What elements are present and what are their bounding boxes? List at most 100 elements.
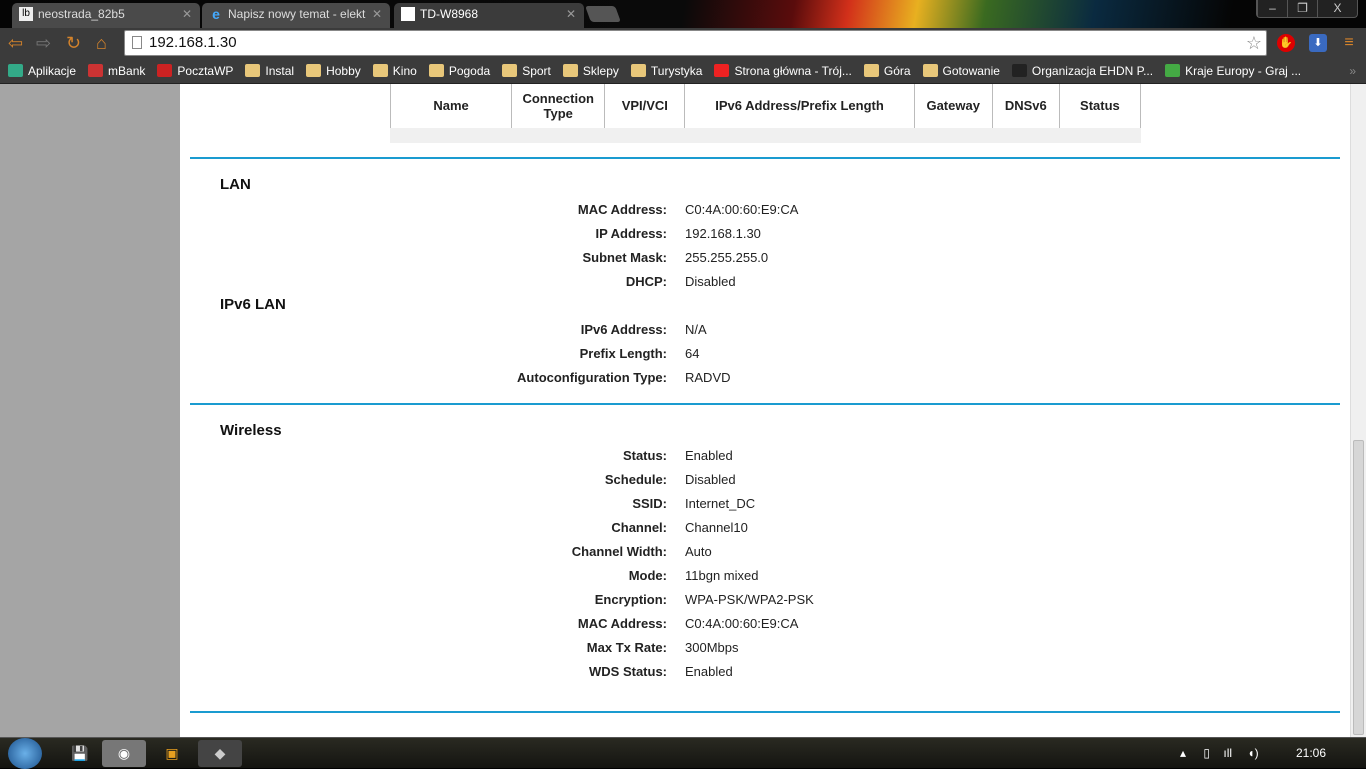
bookmark-label: Sklepy [582, 63, 619, 78]
bookmark-label: Hobby [326, 63, 361, 78]
livebox-icon: lb [19, 7, 33, 21]
router-status-page: Name Connection Type VPI/VCI IPv6 Addres… [180, 84, 1350, 737]
bookmark-3[interactable]: Instal [245, 64, 294, 78]
info-row: Encryption: WPA-PSK/WPA2-PSK [180, 588, 1350, 612]
bookmark-label: Aplikacje [28, 63, 77, 78]
bookmark-label: Instal [265, 63, 295, 78]
row-label: Channel Width: [571, 544, 667, 559]
left-panel [0, 84, 180, 737]
bookmark-label: Pogoda [448, 63, 491, 78]
mbank-icon [88, 64, 104, 77]
app-icon[interactable]: ◆ [198, 740, 242, 767]
folder-icon [630, 64, 646, 77]
bookmark-label: Kraje Europy - Graj ... [1185, 63, 1302, 78]
outlook-icon[interactable]: ▣ [150, 740, 194, 767]
tray-arrow-icon[interactable]: ▴ [1180, 746, 1186, 760]
minimize-button[interactable]: – [1257, 0, 1287, 17]
restore-button[interactable]: ❐ [1287, 0, 1317, 17]
row-value: Disabled [685, 472, 736, 487]
bookmark-6[interactable]: Pogoda [428, 63, 491, 78]
volume-icon[interactable]: ◖) [1247, 746, 1258, 760]
title-bar: lb neostrada_82b5 ✕ e Napisz nowy temat - e… [0, 0, 1366, 28]
row-label: IP Address: [595, 226, 667, 241]
adblock-icon[interactable]: ✋ [1277, 34, 1295, 52]
close-tab-icon[interactable]: ✕ [372, 3, 382, 25]
folder-icon [245, 64, 261, 77]
wireless-title: Wireless [220, 422, 282, 439]
bookmark-4[interactable]: Hobby [306, 64, 361, 78]
folder-icon [502, 64, 518, 77]
tab-td-w8968[interactable]: TD-W8968 ✕ [394, 3, 584, 28]
tab-napisz[interactable]: e Napisz nowy temat - elekt ✕ [202, 3, 390, 28]
tab-neostrada[interactable]: lb neostrada_82b5 ✕ [12, 3, 200, 28]
bookmark-label: Kino [392, 63, 417, 78]
folder-icon [428, 64, 444, 77]
floppy-app-icon[interactable]: 💾 [58, 740, 102, 767]
forward-icon[interactable]: ⇨ [36, 33, 51, 53]
apps-icon [8, 64, 23, 77]
col-name: Name [389, 84, 513, 129]
info-row: SSID: Internet_DC [180, 492, 1350, 516]
divider [190, 403, 1340, 405]
scrollbar-thumb[interactable] [1353, 440, 1364, 735]
col-gateway: Gateway [913, 84, 993, 129]
star-icon[interactable]: ☆ [1246, 31, 1262, 55]
bookmark-10[interactable]: Strona główna - Trój... [714, 64, 852, 78]
bookmark-2[interactable]: PocztaWP [157, 64, 233, 78]
signal-icon[interactable]: ıll [1223, 746, 1232, 760]
row-value: WPA-PSK/WPA2-PSK [685, 592, 814, 607]
row-label: Mode: [628, 568, 667, 583]
bookmark-label: Sport [522, 63, 551, 78]
row-label: Status: [622, 448, 667, 463]
close-tab-icon[interactable]: ✕ [182, 3, 192, 25]
lan-title: LAN [220, 176, 251, 193]
bookmark-label: mBank [108, 63, 146, 78]
download-icon[interactable]: ⬇ [1309, 34, 1327, 52]
new-tab-button[interactable] [585, 6, 621, 22]
more-bookmarks[interactable]: » [1349, 64, 1356, 78]
scrollbar[interactable] [1350, 84, 1366, 737]
reload-icon[interactable]: ↻ [66, 33, 81, 53]
bookmarks-bar: Aplikacje mBank PocztaWP Instal Hobby Kino Pog… [0, 58, 1366, 84]
row-value: 64 [685, 346, 700, 361]
info-row: Subnet Mask: 255.255.255.0 [180, 246, 1350, 270]
row-label: Subnet Mask: [582, 250, 667, 265]
chrome-icon[interactable]: ◉ [102, 740, 146, 767]
bookmark-label: Gotowanie [942, 63, 1000, 78]
close-button[interactable]: X [1317, 0, 1357, 17]
row-value: Disabled [685, 274, 736, 289]
clock[interactable]: 21:06 [1296, 746, 1326, 760]
bookmark-12[interactable]: Gotowanie [922, 63, 1000, 78]
col-vpi-vci: VPI/VCI [604, 84, 686, 129]
row-label: MAC Address: [577, 202, 667, 217]
info-row: MAC Address: C0:4A:00:60:E9:CA [180, 198, 1350, 222]
bookmark-7[interactable]: Sport [502, 64, 551, 78]
home-icon[interactable]: ⌂ [96, 33, 107, 53]
start-button[interactable] [8, 738, 42, 769]
bookmark-13[interactable]: Organizacja EHDN P... [1011, 64, 1153, 78]
bookmark-label: Góra [883, 63, 911, 78]
address-bar[interactable]: 192.168.1.30 ☆ [124, 30, 1267, 56]
folder-icon [372, 64, 388, 77]
row-label: MAC Address: [577, 616, 667, 631]
close-tab-icon[interactable]: ✕ [566, 3, 576, 25]
folder-icon [562, 64, 578, 77]
bookmark-8[interactable]: Sklepy [562, 63, 619, 78]
bookmark-9[interactable]: Turystyka [630, 64, 702, 78]
battery-icon[interactable]: ▯ [1203, 746, 1210, 760]
folder-icon [922, 64, 938, 77]
bookmark-1[interactable]: mBank [88, 64, 145, 78]
row-label: IPv6 Address: [580, 322, 667, 337]
bookmark-11[interactable]: Góra [863, 63, 911, 78]
bookmark-5[interactable]: Kino [372, 63, 417, 78]
bookmark-0[interactable]: Aplikacje [8, 64, 76, 78]
back-icon[interactable]: ⇦ [8, 33, 23, 53]
row-label: Encryption: [594, 592, 667, 607]
row-value: 192.168.1.30 [685, 226, 761, 241]
info-row: Max Tx Rate: 300Mbps [180, 636, 1350, 660]
row-value: C0:4A:00:60:E9:CA [685, 202, 799, 217]
row-label: DHCP: [625, 274, 667, 289]
menu-icon[interactable]: ≡ [1340, 34, 1358, 52]
bookmark-14[interactable]: Kraje Europy - Graj ... [1165, 64, 1301, 78]
info-row: Prefix Length: 64 [180, 342, 1350, 366]
